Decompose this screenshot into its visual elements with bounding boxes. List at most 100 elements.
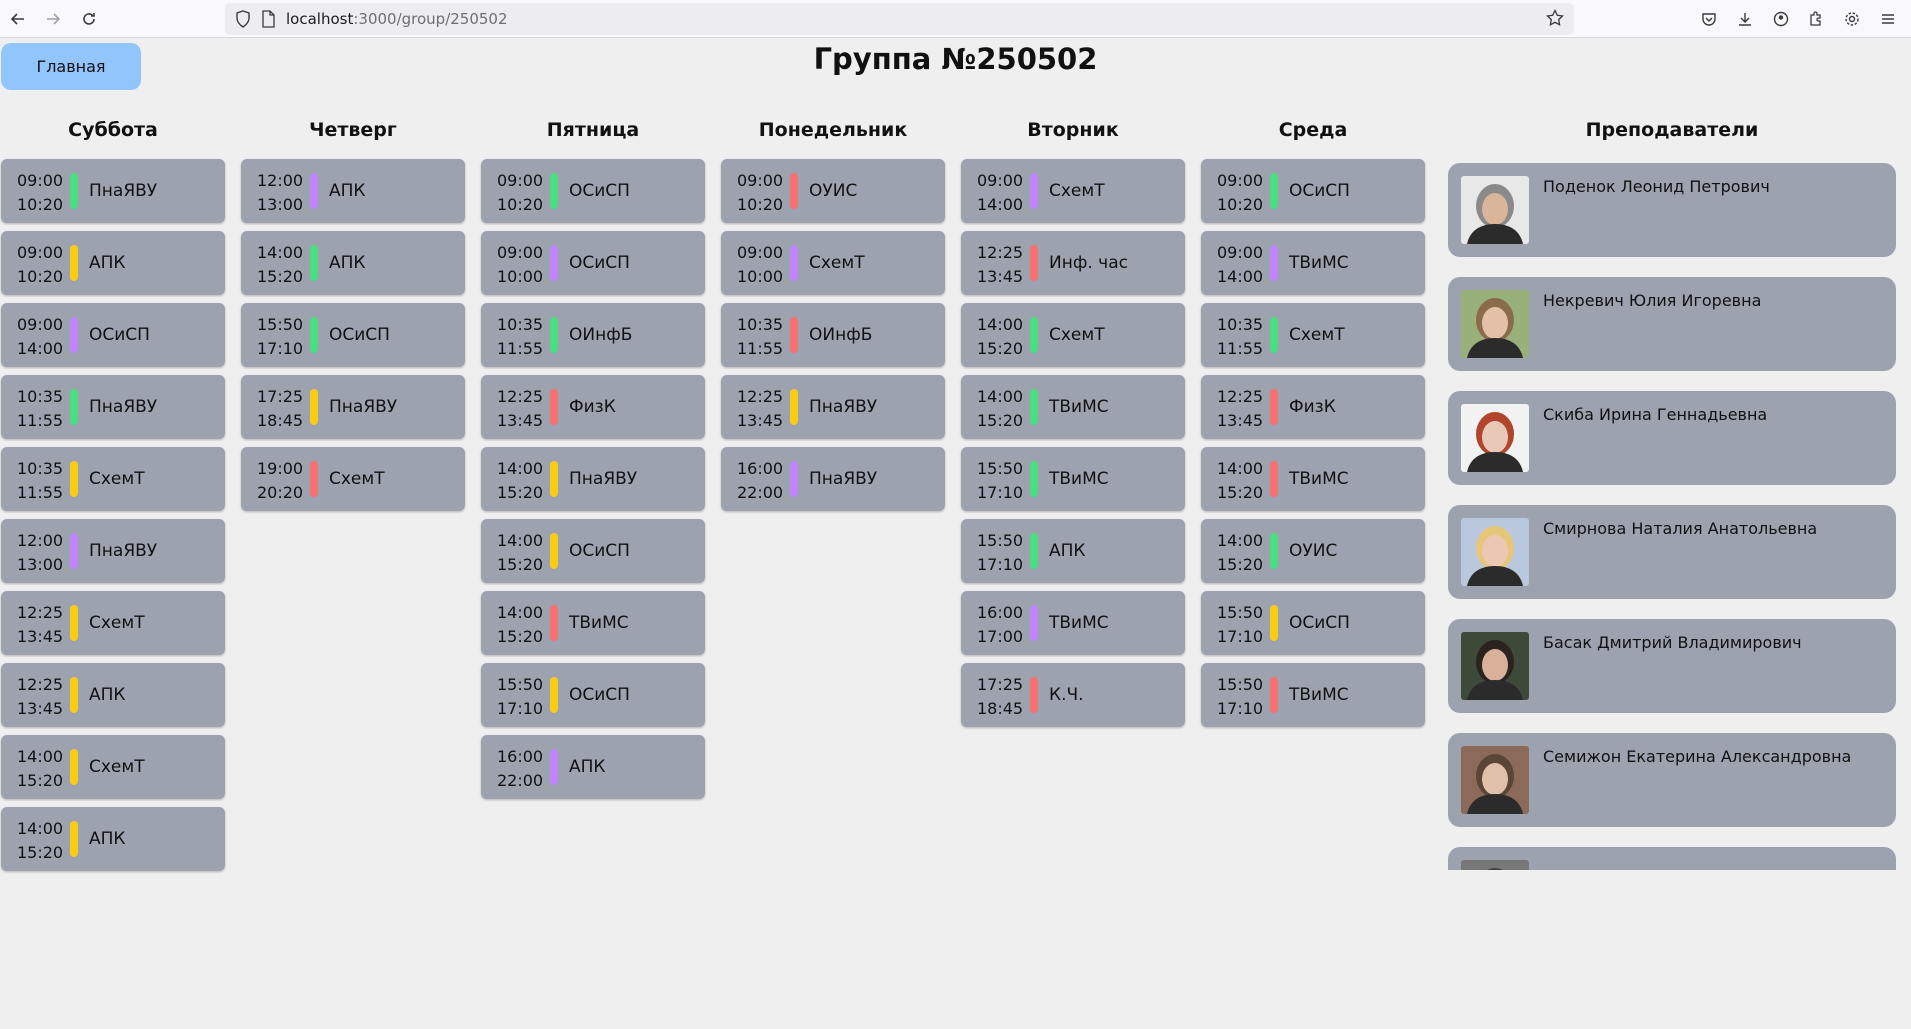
- lesson-card[interactable]: 12:25 13:45 ФизК: [1201, 375, 1425, 439]
- lesson-start-time: 12:25: [737, 387, 784, 406]
- teacher-name: Некревич Юлия Игоревна: [1543, 291, 1762, 310]
- lesson-card[interactable]: 09:00 10:20 ОУИС: [721, 159, 945, 223]
- lesson-start-time: 09:00: [17, 315, 64, 334]
- lesson-card[interactable]: 10:35 11:55 ПнаЯВУ: [1, 375, 225, 439]
- day-title: Суббота: [68, 119, 158, 141]
- day-column: Среда 09:00 10:20 ОСиСП 09:00 14:00 ТВиМС 10:35…: [1201, 112, 1425, 735]
- lesson-card[interactable]: 14:00 15:20 АПК: [241, 231, 465, 295]
- teacher-card[interactable]: Поденок Леонид Петрович: [1448, 163, 1896, 257]
- lesson-card[interactable]: 15:50 17:10 ОСиСП: [1201, 591, 1425, 655]
- lesson-card[interactable]: 14:00 15:20 ТВиМС: [961, 375, 1185, 439]
- lesson-end-time: 15:20: [1217, 555, 1264, 574]
- lesson-type-indicator: [1270, 317, 1278, 353]
- extensions-button[interactable]: [1803, 6, 1829, 32]
- lesson-card[interactable]: 16:00 22:00 ПнаЯВУ: [721, 447, 945, 511]
- lesson-card[interactable]: 12:25 13:45 ПнаЯВУ: [721, 375, 945, 439]
- url-host: localhost: [286, 10, 354, 28]
- lesson-card[interactable]: 09:00 10:00 ОСиСП: [481, 231, 705, 295]
- lesson-start-time: 14:00: [977, 387, 1024, 406]
- lesson-start-time: 12:00: [257, 171, 304, 190]
- teacher-card[interactable]: [1448, 847, 1896, 870]
- lesson-card[interactable]: 19:00 20:20 СхемТ: [241, 447, 465, 511]
- lesson-card[interactable]: 12:25 13:45 СхемТ: [1, 591, 225, 655]
- lesson-card[interactable]: 14:00 15:20 ТВиМС: [481, 591, 705, 655]
- day-column: Суббота 09:00 10:20 ПнаЯВУ 09:00 10:20 АПК 09:0…: [1, 112, 225, 879]
- lesson-card[interactable]: 16:00 22:00 АПК: [481, 735, 705, 799]
- teacher-card[interactable]: Смирнова Наталия Анатольевна: [1448, 505, 1896, 599]
- back-button[interactable]: [5, 6, 31, 32]
- lesson-card[interactable]: 14:00 15:20 ПнаЯВУ: [481, 447, 705, 511]
- teachers-title: Преподаватели: [1585, 119, 1759, 141]
- teachers-list[interactable]: Поденок Леонид Петрович Некревич Юлия Иго…: [1448, 163, 1896, 870]
- lesson-card[interactable]: 12:25 13:45 АПК: [1, 663, 225, 727]
- shield-icon[interactable]: [235, 10, 251, 28]
- lesson-card[interactable]: 10:35 11:55 ОИнфБ: [721, 303, 945, 367]
- downloads-button[interactable]: [1732, 6, 1758, 32]
- lesson-times: 09:00 10:20: [17, 241, 63, 289]
- lesson-card[interactable]: 12:00 13:00 ПнаЯВУ: [1, 519, 225, 583]
- lesson-card[interactable]: 15:50 17:10 ОСиСП: [481, 663, 705, 727]
- teacher-card[interactable]: Некревич Юлия Игоревна: [1448, 277, 1896, 371]
- lesson-card[interactable]: 15:50 17:10 ТВиМС: [1201, 663, 1425, 727]
- lesson-card[interactable]: 17:25 18:45 К.Ч.: [961, 663, 1185, 727]
- lesson-card[interactable]: 09:00 14:00 ОСиСП: [1, 303, 225, 367]
- forward-button[interactable]: [40, 6, 66, 32]
- lesson-subject: ОСиСП: [569, 541, 630, 561]
- lesson-card[interactable]: 12:25 13:45 Инф. час: [961, 231, 1185, 295]
- lesson-card[interactable]: 09:00 10:20 ОСиСП: [481, 159, 705, 223]
- reload-button[interactable]: [76, 6, 102, 32]
- lesson-times: 09:00 14:00: [977, 169, 1023, 217]
- teacher-card[interactable]: Скиба Ирина Геннадьевна: [1448, 391, 1896, 485]
- lesson-type-indicator: [70, 389, 78, 425]
- lesson-card[interactable]: 15:50 17:10 ТВиМС: [961, 447, 1185, 511]
- lesson-card[interactable]: 14:00 15:20 ТВиМС: [1201, 447, 1425, 511]
- lesson-card[interactable]: 09:00 14:00 СхемТ: [961, 159, 1185, 223]
- lesson-start-time: 09:00: [737, 171, 784, 190]
- lesson-card[interactable]: 17:25 18:45 ПнаЯВУ: [241, 375, 465, 439]
- menu-button[interactable]: [1875, 6, 1901, 32]
- lesson-start-time: 12:25: [17, 675, 64, 694]
- bookmark-star-icon[interactable]: [1546, 9, 1564, 27]
- lesson-card[interactable]: 10:35 11:55 ОИнфБ: [481, 303, 705, 367]
- lesson-start-time: 16:00: [497, 747, 544, 766]
- avatar-portrait-icon: [1461, 404, 1529, 472]
- lesson-subject: СхемТ: [329, 469, 385, 489]
- lesson-times: 12:25 13:45: [497, 385, 543, 433]
- lesson-card[interactable]: 12:00 13:00 АПК: [241, 159, 465, 223]
- lesson-card[interactable]: 09:00 10:20 ОСиСП: [1201, 159, 1425, 223]
- lesson-end-time: 15:20: [497, 627, 544, 646]
- url-text[interactable]: localhost:3000/group/250502: [286, 10, 508, 28]
- lesson-end-time: 18:45: [257, 411, 304, 430]
- lesson-card[interactable]: 14:00 15:20 АПК: [1, 807, 225, 871]
- lesson-card[interactable]: 09:00 10:20 ПнаЯВУ: [1, 159, 225, 223]
- lesson-end-time: 13:45: [1217, 411, 1264, 430]
- lesson-card[interactable]: 09:00 10:00 СхемТ: [721, 231, 945, 295]
- lesson-card[interactable]: 16:00 17:00 ТВиМС: [961, 591, 1185, 655]
- account-button[interactable]: [1768, 6, 1794, 32]
- lesson-type-indicator: [70, 317, 78, 353]
- pocket-button[interactable]: [1696, 6, 1722, 32]
- lesson-card[interactable]: 14:00 15:20 СхемТ: [1, 735, 225, 799]
- lesson-subject: АПК: [89, 685, 126, 705]
- lesson-card[interactable]: 15:50 17:10 ОСиСП: [241, 303, 465, 367]
- lesson-card[interactable]: 14:00 15:20 ОСиСП: [481, 519, 705, 583]
- lesson-card[interactable]: 12:25 13:45 ФизК: [481, 375, 705, 439]
- lesson-card[interactable]: 14:00 15:20 ОУИС: [1201, 519, 1425, 583]
- lesson-times: 12:25 13:45: [17, 673, 63, 721]
- lesson-card[interactable]: 09:00 10:20 АПК: [1, 231, 225, 295]
- lesson-card[interactable]: 14:00 15:20 СхемТ: [961, 303, 1185, 367]
- reload-icon: [83, 13, 95, 25]
- day-column: Пятница 09:00 10:20 ОСиСП 09:00 10:00 ОСиСП 10:…: [481, 112, 705, 807]
- settings-button[interactable]: [1839, 6, 1865, 32]
- lesson-start-time: 15:50: [1217, 603, 1264, 622]
- url-bar[interactable]: localhost:3000/group/250502: [225, 3, 1574, 35]
- lesson-card[interactable]: 09:00 14:00 ТВиМС: [1201, 231, 1425, 295]
- lesson-card[interactable]: 15:50 17:10 АПК: [961, 519, 1185, 583]
- lesson-subject: СхемТ: [809, 253, 865, 273]
- lesson-times: 15:50 17:10: [977, 529, 1023, 577]
- lesson-card[interactable]: 10:35 11:55 СхемТ: [1, 447, 225, 511]
- lesson-times: 09:00 10:00: [737, 241, 783, 289]
- lesson-card[interactable]: 10:35 11:55 СхемТ: [1201, 303, 1425, 367]
- teacher-card[interactable]: Семижон Екатерина Александровна: [1448, 733, 1896, 827]
- teacher-card[interactable]: Басак Дмитрий Владимирович: [1448, 619, 1896, 713]
